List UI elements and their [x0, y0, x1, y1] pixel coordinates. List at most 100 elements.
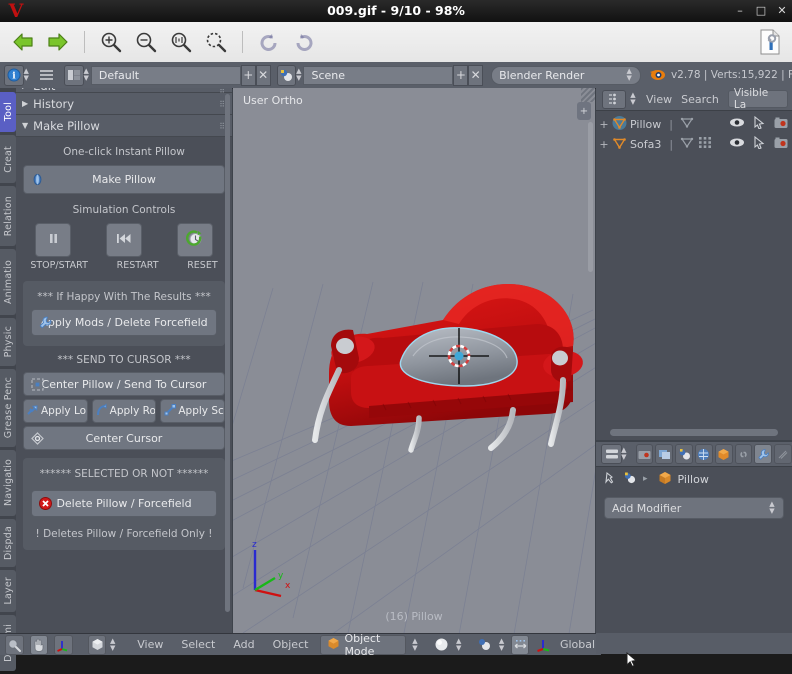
mesh-data-icon[interactable] — [680, 136, 694, 152]
make-pillow-button[interactable]: Make Pillow — [23, 165, 225, 194]
document-settings-icon[interactable] — [756, 27, 784, 57]
screen-layout-dropdown[interactable]: Default — [90, 65, 241, 85]
outliner-menu-search[interactable]: Search — [681, 93, 719, 106]
delete-scene-button[interactable]: ✕ — [468, 64, 484, 86]
tab-scene[interactable] — [675, 444, 694, 464]
viewport-menu-select[interactable]: Select — [175, 638, 221, 651]
back-arrow-icon[interactable] — [8, 27, 38, 57]
outliner-menu-view[interactable]: View — [646, 93, 672, 106]
interaction-mode-spinner-icon[interactable]: ▲ ▼ — [412, 637, 419, 652]
screen-layout-spinner-icon[interactable]: ▲ ▼ — [84, 68, 89, 82]
tool-tab-navigation[interactable]: Navigatio — [0, 450, 16, 516]
tool-panel-scrollbar[interactable] — [225, 94, 230, 612]
zoom-actual-icon[interactable] — [166, 27, 196, 57]
apply-mods-button[interactable]: Apply Mods / Delete Forcefield — [31, 309, 217, 336]
viewport-shading-spinner-icon[interactable]: ▲ ▼ — [455, 637, 462, 652]
forward-arrow-icon[interactable] — [43, 27, 73, 57]
pivot-median-icon[interactable] — [477, 636, 492, 654]
tab-render[interactable] — [635, 444, 654, 464]
tool-tab-relations[interactable]: Relation — [0, 186, 16, 246]
tool-tab-create[interactable]: Creat — [0, 135, 16, 183]
viewport-menu-object[interactable]: Object — [267, 638, 315, 651]
render-camera-icon[interactable] — [774, 137, 788, 152]
3d-viewport[interactable]: z y x User Ortho (16) Pillow + — [233, 88, 595, 633]
magnifier-icon[interactable] — [5, 634, 24, 655]
shading-solid-icon[interactable] — [87, 634, 107, 655]
scene-spinner-icon[interactable]: ▲ ▼ — [296, 68, 301, 82]
apply-location-button[interactable]: Apply Lo — [23, 399, 88, 423]
hand-pan-icon[interactable] — [29, 634, 49, 655]
interaction-mode-dropdown[interactable]: Object Mode — [320, 632, 406, 658]
mesh-data-icon[interactable] — [680, 116, 694, 132]
apply-scale-button[interactable]: Apply Sc — [160, 399, 226, 423]
minimize-button[interactable]: – — [734, 0, 746, 22]
eye-icon[interactable] — [729, 117, 745, 131]
expand-toggle-icon[interactable]: + — [596, 118, 612, 131]
tab-world[interactable] — [695, 444, 713, 464]
scene-icon[interactable] — [276, 64, 297, 86]
tab-render-layers[interactable] — [655, 444, 674, 464]
reset-button[interactable] — [176, 223, 213, 257]
scene-dropdown[interactable]: Scene — [303, 65, 454, 85]
viewport-menu-add[interactable]: Add — [227, 638, 260, 651]
properties-editor-icon[interactable] — [601, 444, 623, 464]
outliner-horizontal-scrollbar[interactable] — [610, 429, 778, 436]
tab-modifier[interactable] — [754, 444, 773, 464]
tab-object[interactable] — [714, 444, 733, 464]
delete-pillow-button[interactable]: Delete Pillow / Forcefield — [31, 490, 217, 517]
outliner-display-filter[interactable]: Visible La — [727, 87, 788, 111]
viewport-toolshelf-toggle[interactable]: + — [577, 102, 591, 120]
orientation-axis-icon[interactable] — [535, 636, 552, 654]
viewport-menu-view[interactable]: View — [131, 638, 169, 651]
stop-start-button[interactable] — [35, 223, 72, 257]
zoom-fit-icon[interactable] — [201, 27, 231, 57]
info-editor-icon[interactable]: i — [4, 64, 24, 86]
render-camera-icon[interactable] — [774, 117, 788, 132]
shading-spinner-icon[interactable]: ▲ ▼ — [109, 637, 116, 652]
outliner-editor-spinner-icon[interactable]: ▲ ▼ — [629, 92, 637, 106]
scene-icon[interactable] — [623, 471, 637, 487]
tool-tab-physics[interactable]: Physic — [0, 318, 16, 366]
screen-layout-icon[interactable] — [64, 64, 84, 86]
viewport-corner-handle[interactable] — [581, 88, 595, 102]
add-modifier-dropdown[interactable]: Add Modifier ▲ ▼ — [604, 497, 784, 519]
axis-gizmo-icon[interactable] — [54, 634, 73, 655]
cursor-arrow-icon[interactable] — [754, 115, 765, 132]
pivot-spinner-icon[interactable]: ▲ ▼ — [498, 637, 505, 652]
pin-icon[interactable] — [604, 471, 617, 487]
zoom-out-icon[interactable] — [131, 27, 161, 57]
tab-particles[interactable] — [774, 444, 792, 464]
outliner-row-sofa3[interactable]: + Sofa3 | — [596, 134, 792, 154]
modifier-dots-icon[interactable] — [698, 136, 712, 152]
tab-constraints[interactable] — [734, 444, 753, 464]
transform-orientation-label[interactable]: Global — [558, 638, 601, 651]
manipulator-widget-icon[interactable] — [510, 634, 530, 655]
expand-toggle-icon[interactable]: + — [596, 138, 612, 151]
add-screen-button[interactable]: + — [240, 64, 256, 86]
outliner-row-pillow[interactable]: + Pillow | — [596, 114, 792, 134]
cursor-arrow-icon[interactable] — [754, 135, 765, 152]
eye-icon[interactable] — [729, 137, 745, 151]
hamburger-menu-icon[interactable] — [33, 66, 60, 85]
tool-tab-layers[interactable]: Layer — [0, 570, 16, 612]
tool-tab-grease-pencil[interactable]: Grease Penc — [0, 369, 16, 447]
render-engine-dropdown[interactable]: Blender Render ▲ ▼ — [491, 65, 642, 85]
panel-header-make-pillow[interactable]: ▼ Make Pillow ⠿ — [16, 115, 232, 137]
panel-header-history[interactable]: ▶ History ⠿ — [16, 93, 232, 115]
delete-screen-button[interactable]: ✕ — [255, 64, 271, 86]
apply-rotation-button[interactable]: Apply Ro — [91, 399, 157, 423]
tool-tab-tool[interactable]: Tool — [0, 92, 16, 132]
info-editor-spinner-icon[interactable]: ▲ ▼ — [24, 68, 29, 82]
viewport-scrollbar[interactable] — [588, 122, 593, 272]
zoom-in-icon[interactable] — [96, 27, 126, 57]
properties-editor-spinner-icon[interactable]: ▲ ▼ — [620, 447, 627, 461]
material-sphere-icon[interactable] — [434, 636, 449, 654]
tool-tab-display[interactable]: Dispda — [0, 519, 16, 567]
center-pillow-button[interactable]: Center Pillow / Send To Cursor — [23, 372, 225, 396]
add-scene-button[interactable]: + — [453, 64, 469, 86]
restart-button[interactable] — [105, 223, 142, 257]
tool-tab-animation[interactable]: Animatio — [0, 249, 16, 315]
center-cursor-button[interactable]: Center Cursor — [23, 426, 225, 450]
close-button[interactable]: ✕ — [776, 0, 788, 22]
outliner-editor-icon[interactable] — [602, 89, 626, 109]
